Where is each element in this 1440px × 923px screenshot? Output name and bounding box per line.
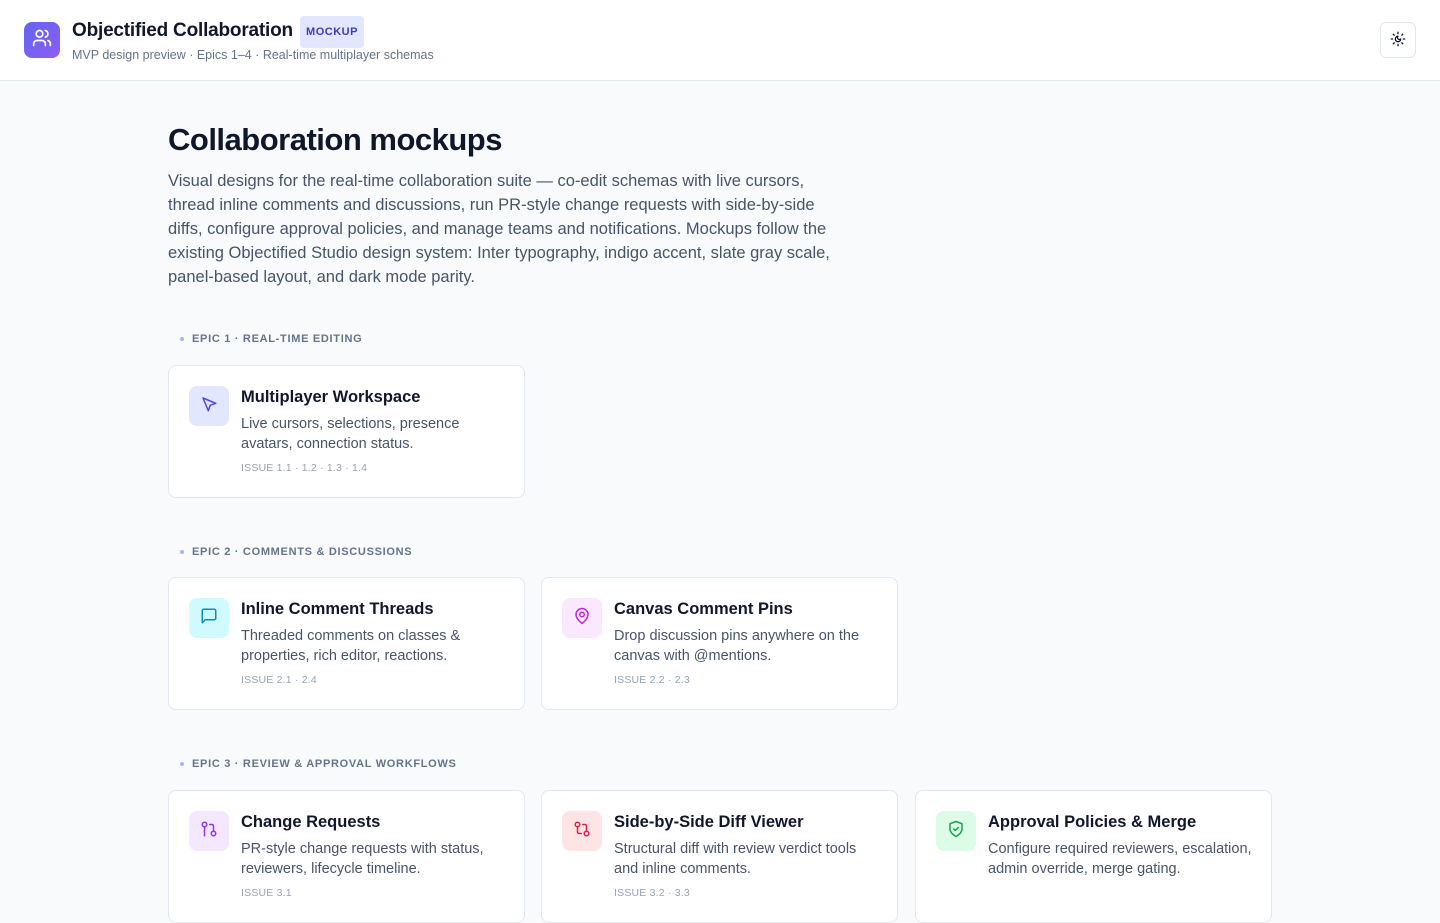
app-title: Objectified Collaboration xyxy=(72,20,293,41)
card-title: Canvas Comment Pins xyxy=(614,600,793,618)
bullet-dot xyxy=(180,550,184,554)
app-subtitle: MVP design preview · Epics 1–4 · Real-ti… xyxy=(72,48,434,62)
card-icon-tile xyxy=(189,811,229,851)
card-icon-tile xyxy=(562,811,602,851)
bullet-dot xyxy=(180,762,184,766)
card-description: Configure required reviewers, escalation… xyxy=(988,841,1252,877)
card-title: Approval Policies & Merge xyxy=(988,813,1197,831)
section-label-epic-1: EPIC 1 · REAL-TIME EDITING xyxy=(180,333,362,345)
mockup-badge: MOCKUP xyxy=(300,16,364,48)
card-approval-policies-merge[interactable]: Approval Policies & Merge Configure requ… xyxy=(915,790,1272,923)
card-issue-ref: ISSUE 2.2 · 2.3 xyxy=(614,674,690,686)
card-multiplayer-workspace[interactable]: Multiplayer Workspace Live cursors, sele… xyxy=(168,365,525,498)
shield-check-icon xyxy=(947,820,965,843)
message-square-icon xyxy=(200,607,218,630)
card-issue-ref: ISSUE 2.1 · 2.4 xyxy=(241,674,317,686)
card-description: Structural diff with review verdict tool… xyxy=(614,841,857,877)
card-title: Change Requests xyxy=(241,813,381,831)
card-description: Live cursors, selections, presence avata… xyxy=(241,416,460,452)
card-title: Multiplayer Workspace xyxy=(241,388,421,406)
page-intro: Visual designs for the real-time collabo… xyxy=(168,172,830,286)
card-icon-tile xyxy=(189,598,229,638)
theme-toggle-icon xyxy=(1390,31,1406,50)
card-side-by-side-diff-viewer[interactable]: Side-by-Side Diff Viewer Structural diff… xyxy=(541,790,898,923)
card-change-requests[interactable]: Change Requests PR-style change requests… xyxy=(168,790,525,923)
map-pin-icon xyxy=(573,607,591,630)
card-description: PR-style change requests with status, re… xyxy=(241,841,484,877)
section-label-text: EPIC 3 · REVIEW & APPROVAL WORKFLOWS xyxy=(192,758,457,770)
section-label-text: EPIC 1 · REAL-TIME EDITING xyxy=(192,333,363,345)
users-icon xyxy=(32,28,52,53)
card-icon-tile xyxy=(189,386,229,426)
card-title: Inline Comment Threads xyxy=(241,600,434,618)
top-bar: Objectified Collaboration MOCKUP MVP des… xyxy=(0,0,1440,81)
section-label-epic-2: EPIC 2 · COMMENTS & DISCUSSIONS xyxy=(180,546,412,558)
page-title: Collaboration mockups xyxy=(168,122,502,157)
card-description: Drop discussion pins anywhere on the can… xyxy=(614,628,860,664)
card-issue-ref: ISSUE 1.1 · 1.2 · 1.3 · 1.4 xyxy=(241,462,368,474)
card-icon-tile xyxy=(562,598,602,638)
card-canvas-comment-pins[interactable]: Canvas Comment Pins Drop discussion pins… xyxy=(541,577,898,710)
git-pull-request-icon xyxy=(200,820,218,843)
card-title: Side-by-Side Diff Viewer xyxy=(614,813,804,831)
app-logo xyxy=(24,22,60,58)
section-label-text: EPIC 2 · COMMENTS & DISCUSSIONS xyxy=(192,546,413,558)
section-label-epic-3: EPIC 3 · REVIEW & APPROVAL WORKFLOWS xyxy=(180,758,457,770)
card-issue-ref: ISSUE 3.1 xyxy=(241,887,292,899)
card-inline-comment-threads[interactable]: Inline Comment Threads Threaded comments… xyxy=(168,577,525,710)
git-compare-icon xyxy=(573,820,591,843)
bullet-dot xyxy=(180,337,184,341)
cursor-icon xyxy=(200,395,218,418)
card-icon-tile xyxy=(936,811,976,851)
main-content: Collaboration mockups Visual designs for… xyxy=(168,120,1272,923)
card-description: Threaded comments on classes & propertie… xyxy=(241,628,461,664)
theme-toggle-button[interactable] xyxy=(1380,22,1416,58)
card-issue-ref: ISSUE 3.2 · 3.3 xyxy=(614,887,690,899)
